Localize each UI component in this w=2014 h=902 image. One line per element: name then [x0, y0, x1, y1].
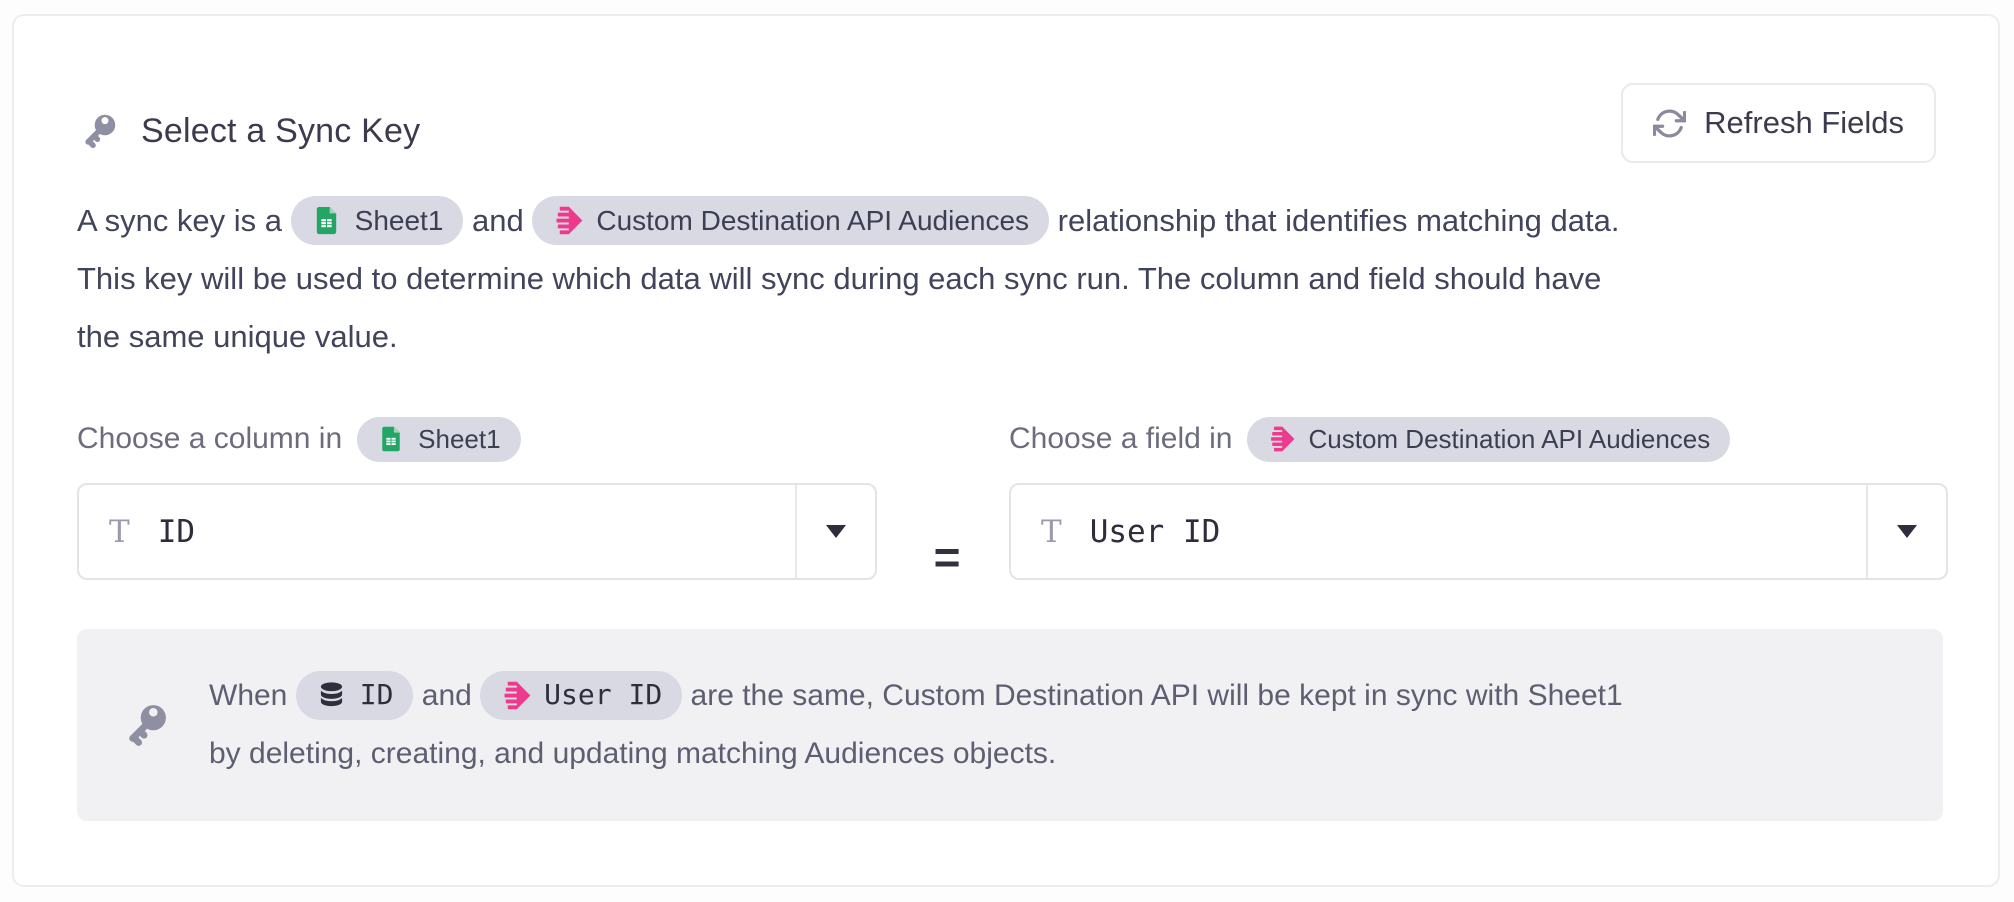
column-select-main[interactable]: T ID: [79, 485, 795, 578]
chevron-down-icon: [826, 525, 846, 538]
refresh-fields-label: Refresh Fields: [1704, 105, 1904, 141]
database-icon: [316, 680, 347, 711]
badge-label: Custom Destination API Audiences: [596, 192, 1029, 250]
field-select-value: User ID: [1090, 514, 1221, 550]
field-picker-label: Choose a field in Custom Destination API…: [1009, 414, 1730, 464]
sync-key-card: Select a Sync Key Refresh Fields A sync …: [12, 14, 2000, 887]
column-select-value: ID: [158, 514, 195, 550]
text-segment: and: [413, 679, 480, 712]
text-segment: and: [463, 203, 532, 238]
text-segment: Choose a column in: [77, 422, 342, 456]
chevron-down-icon: [1897, 525, 1917, 538]
key-icon: [119, 698, 173, 752]
text-segment: are the same, Custom Destination API wil…: [682, 679, 1622, 712]
text-segment: relationship that identifies matching da…: [1049, 203, 1619, 238]
sync-behavior-info-box: When ID and User ID are the same, Custom…: [77, 629, 1943, 821]
refresh-icon: [1653, 107, 1686, 140]
column-select-caret-button[interactable]: [795, 485, 875, 578]
badge-label: Custom Destination API Audiences: [1308, 424, 1710, 455]
field-select-caret-button[interactable]: [1866, 485, 1946, 578]
text-type-icon: T: [1041, 514, 1062, 550]
badge-field-user-id: User ID: [480, 671, 682, 720]
text-segment: the same unique value.: [77, 319, 398, 354]
page-title: Select a Sync Key: [141, 112, 420, 151]
field-select[interactable]: T User ID: [1009, 483, 1948, 580]
sheets-icon: [377, 425, 405, 453]
badge-source-sheet: Sheet1: [357, 417, 520, 462]
badge-label: Sheet1: [355, 192, 444, 250]
key-icon: [77, 109, 121, 153]
badge-label: Sheet1: [418, 424, 500, 455]
badge-source-sheet: Sheet1: [291, 196, 464, 245]
badge-label: ID: [360, 666, 394, 724]
badge-column-id: ID: [296, 671, 414, 720]
sheets-icon: [311, 205, 342, 236]
text-segment: This key will be used to determine which…: [77, 261, 1601, 296]
column-picker-label: Choose a column in Sheet1: [77, 414, 521, 464]
sync-key-description: A sync key is a Sheet1 and Custom Destin…: [77, 192, 1982, 366]
badge-destination: Custom Destination API Audiences: [532, 196, 1049, 245]
card-header: Select a Sync Key: [77, 109, 420, 153]
column-select[interactable]: T ID: [77, 483, 877, 580]
text-segment: When: [209, 679, 296, 712]
refresh-fields-button[interactable]: Refresh Fields: [1621, 83, 1936, 163]
hightouch-icon: [500, 680, 531, 711]
field-select-main[interactable]: T User ID: [1011, 485, 1866, 578]
hightouch-icon: [1267, 425, 1295, 453]
equals-sign: =: [917, 534, 977, 580]
text-segment: by deleting, creating, and updating matc…: [209, 737, 1056, 770]
hightouch-icon: [552, 205, 583, 236]
text-type-icon: T: [109, 514, 130, 550]
sync-behavior-text: When ID and User ID are the same, Custom…: [209, 667, 1623, 783]
badge-destination: Custom Destination API Audiences: [1247, 417, 1730, 462]
text-segment: A sync key is a: [77, 203, 291, 238]
badge-label: User ID: [544, 666, 662, 724]
text-segment: Choose a field in: [1009, 422, 1232, 456]
